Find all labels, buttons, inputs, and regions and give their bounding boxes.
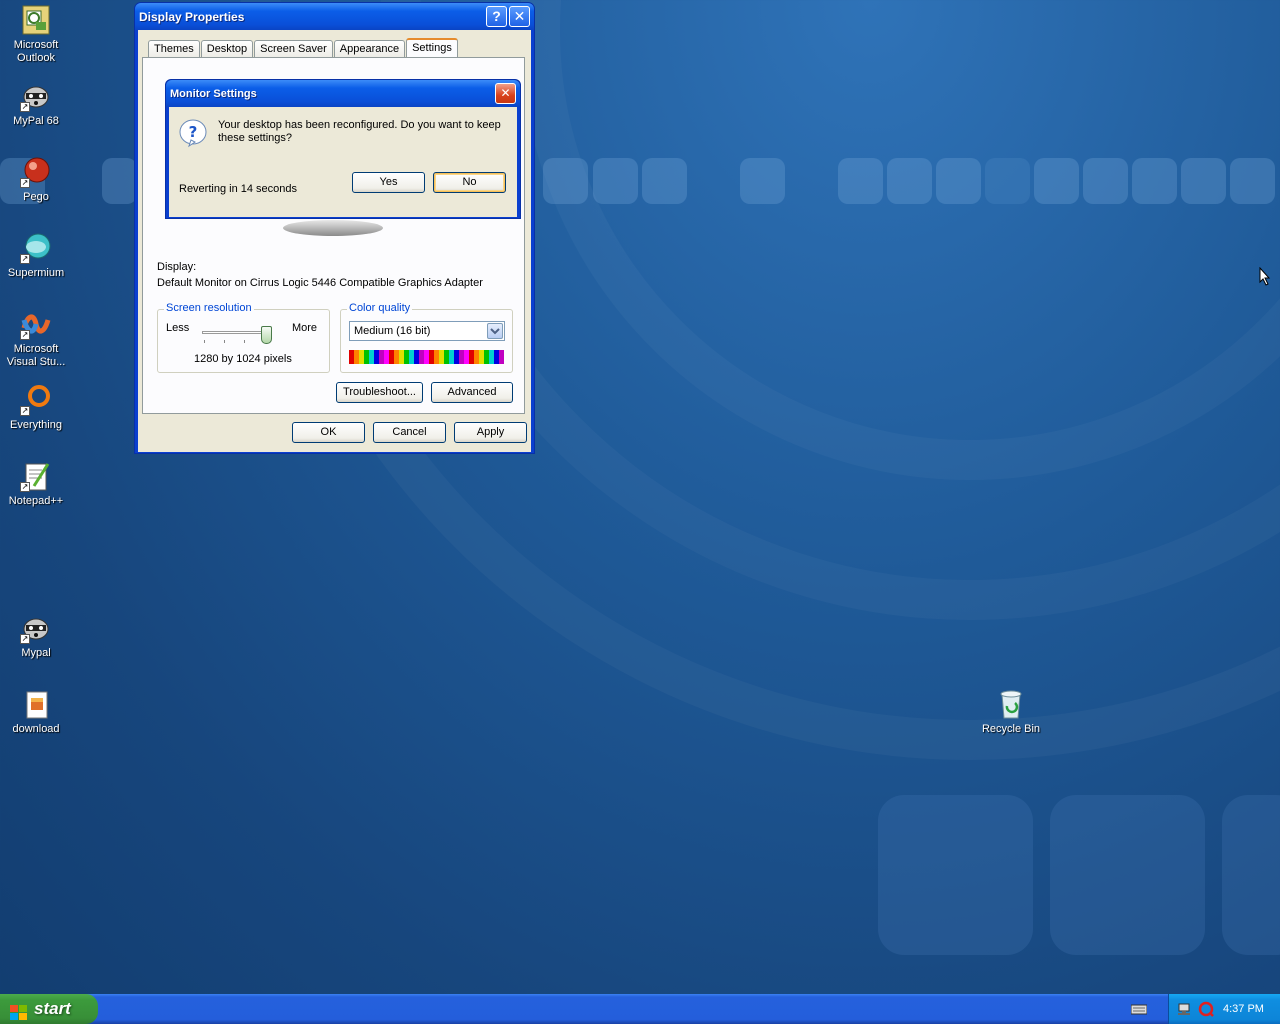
tab-themes[interactable]: Themes: [148, 40, 200, 58]
supermium-icon: ↗: [20, 232, 52, 264]
visual-studio-icon: ↗: [20, 308, 52, 340]
color-spectrum-bar: [349, 350, 504, 364]
pego-icon: ↗: [20, 156, 52, 188]
dialog-title: Monitor Settings: [170, 87, 257, 100]
shortcut-arrow-icon: ↗: [20, 102, 30, 112]
color-quality-select[interactable]: Medium (16 bit): [349, 321, 505, 341]
desktop-icon-recycle-bin[interactable]: Recycle Bin: [975, 688, 1047, 736]
yes-button[interactable]: Yes: [352, 172, 425, 193]
desktop-icon-pego[interactable]: ↗ Pego: [0, 156, 72, 204]
security-alert-icon[interactable]: [1198, 1001, 1214, 1017]
desktop-icon-everything[interactable]: ↗ Everything: [0, 384, 72, 432]
start-label: start: [34, 999, 71, 1018]
monitor-settings-titlebar[interactable]: Monitor Settings ✕: [166, 80, 520, 107]
window-title: Display Properties: [139, 9, 245, 24]
desktop-icon-visual-studio[interactable]: ↗ Microsoft Visual Stu...: [0, 308, 72, 369]
monitor-settings-dialog: Monitor Settings ✕ ? Your desktop has be…: [165, 79, 521, 219]
shortcut-arrow-icon: ↗: [20, 254, 30, 264]
raccoon-browser-icon: ↗: [20, 80, 52, 112]
chevron-down-icon[interactable]: [487, 323, 503, 339]
tab-settings[interactable]: Settings: [406, 38, 458, 59]
display-properties-window: Display Properties ? ✕ Themes Desktop Sc…: [134, 2, 535, 454]
network-icon[interactable]: [1178, 1001, 1194, 1017]
svg-text:?: ?: [189, 123, 198, 141]
display-device-value: Default Monitor on Cirrus Logic 5446 Com…: [157, 277, 483, 289]
desktop-icon-label: Mypal: [21, 647, 51, 659]
monitor-settings-client: ? Your desktop has been reconfigured. Do…: [169, 107, 517, 217]
display-label: Display:: [157, 261, 197, 273]
question-icon: ?: [179, 118, 207, 150]
desktop-icon-label: Microsoft Visual Stu...: [6, 343, 66, 368]
desktop-icon-label: MyPal 68: [13, 115, 59, 127]
cancel-button[interactable]: Cancel: [373, 422, 446, 443]
outlook-icon: [20, 4, 52, 36]
mouse-pointer-icon: [1259, 266, 1271, 286]
troubleshoot-button[interactable]: Troubleshoot...: [336, 382, 423, 403]
desktop-icon-label: Recycle Bin: [981, 723, 1041, 735]
desktop-icon-supermium[interactable]: ↗ Supermium: [0, 232, 72, 280]
desktop-icon-notepad-plus-plus[interactable]: ↗ Notepad++: [0, 460, 72, 508]
close-button[interactable]: ✕: [509, 6, 530, 27]
advanced-button[interactable]: Advanced: [431, 382, 513, 403]
slider-track: [202, 331, 270, 334]
shortcut-arrow-icon: ↗: [20, 178, 30, 188]
system-tray: 4:37 PM: [1168, 994, 1280, 1024]
tab-desktop[interactable]: Desktop: [200, 40, 254, 58]
screen-resolution-legend: Screen resolution: [164, 302, 254, 314]
recycle-bin-icon: [995, 688, 1027, 720]
slider-thumb[interactable]: [261, 326, 272, 344]
ok-button[interactable]: OK: [292, 422, 365, 443]
desktop-icon-mypal-68[interactable]: ↗ MyPal 68: [0, 80, 72, 128]
desktop-icon-mypal[interactable]: ↗ Mypal: [0, 612, 72, 660]
desktop-icon-label: Pego: [23, 191, 49, 203]
desktop-icon-label: Notepad++: [8, 495, 64, 507]
start-button[interactable]: start: [0, 994, 98, 1024]
color-quality-legend: Color quality: [347, 302, 413, 314]
shortcut-arrow-icon: ↗: [20, 330, 30, 340]
resolution-less-label: Less: [166, 322, 190, 334]
no-button[interactable]: No: [433, 172, 506, 193]
shortcut-arrow-icon: ↗: [20, 482, 30, 492]
raccoon-browser-icon: ↗: [20, 612, 52, 644]
slider-ticks: [204, 340, 268, 343]
taskbar: start 4:37 PM: [0, 994, 1280, 1024]
notepad-plus-plus-icon: ↗: [20, 460, 52, 492]
desktop-icon-download[interactable]: download: [0, 688, 72, 736]
revert-countdown: Reverting in 14 seconds: [179, 183, 298, 195]
desktop-icon-label: Microsoft Outlook: [13, 39, 59, 64]
resolution-slider[interactable]: [202, 326, 272, 344]
desktop-icon-outlook[interactable]: Microsoft Outlook: [0, 4, 72, 65]
tab-appearance[interactable]: Appearance: [333, 40, 406, 58]
desktop-icon-label: Everything: [10, 419, 62, 431]
close-icon[interactable]: ✕: [495, 83, 516, 104]
installer-package-icon: [20, 688, 52, 720]
desktop-icon-label: Supermium: [7, 267, 65, 279]
desktop-icon-label: download: [12, 723, 60, 735]
windows-flag-icon: [10, 1001, 28, 1020]
screen-resolution-group: Screen resolution Less More 1280 by 1024…: [157, 302, 330, 373]
display-properties-titlebar[interactable]: Display Properties ? ✕: [135, 3, 534, 30]
shortcut-arrow-icon: ↗: [20, 634, 30, 644]
shortcut-arrow-icon: ↗: [20, 406, 30, 416]
color-quality-group: Color quality Medium (16 bit): [340, 302, 513, 373]
tab-strip: Themes Desktop Screen Saver Appearance S…: [148, 37, 459, 59]
help-button[interactable]: ?: [486, 6, 507, 27]
tab-screen-saver[interactable]: Screen Saver: [254, 40, 333, 58]
resolution-value: 1280 by 1024 pixels: [194, 353, 292, 365]
everything-search-icon: ↗: [20, 384, 52, 416]
dialog-message: Your desktop has been reconfigured. Do y…: [218, 119, 501, 144]
color-quality-selected-value: Medium (16 bit): [354, 325, 431, 337]
clock[interactable]: 4:37 PM: [1223, 1003, 1264, 1015]
resolution-more-label: More: [291, 322, 317, 334]
apply-button[interactable]: Apply: [454, 422, 527, 443]
keyboard-icon[interactable]: [1130, 1003, 1148, 1015]
